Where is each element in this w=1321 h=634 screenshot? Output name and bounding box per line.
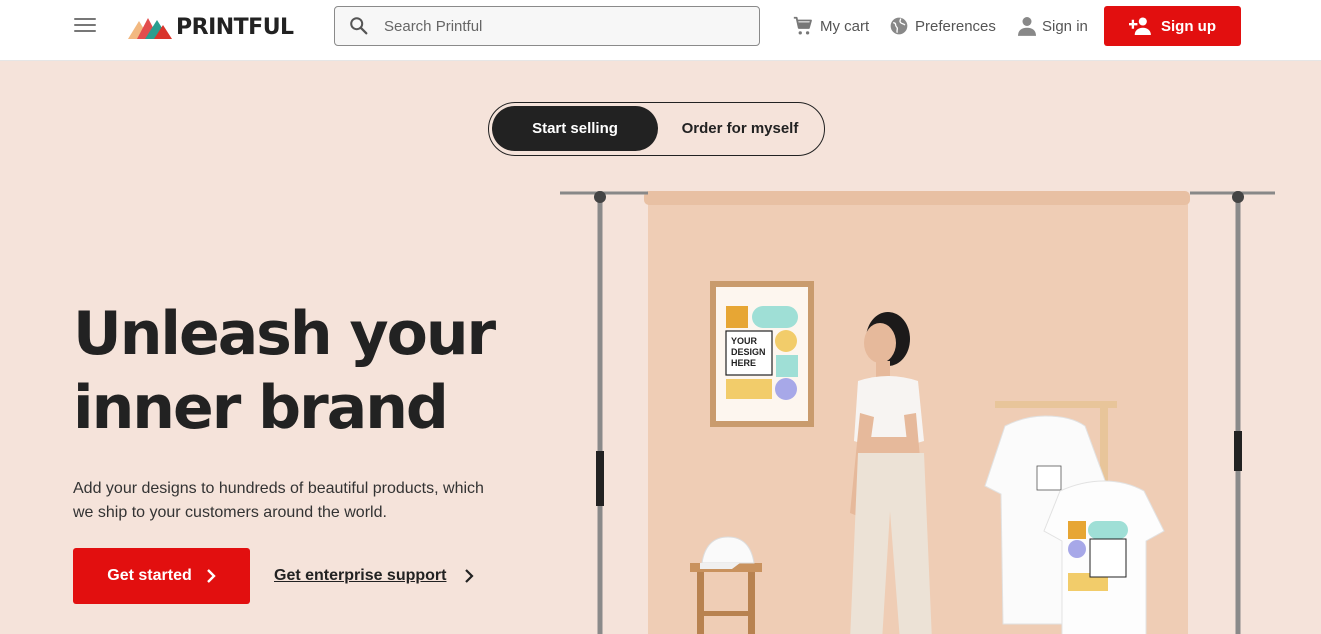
- order-for-myself-tab[interactable]: Order for myself: [658, 106, 822, 151]
- audience-toggle: Start selling Order for myself: [488, 102, 825, 156]
- headline-line-1: Unleash your: [73, 299, 496, 369]
- sign-in-link[interactable]: Sign in: [1018, 14, 1088, 38]
- sign-in-label: Sign in: [1042, 17, 1088, 35]
- hamburger-icon[interactable]: [74, 18, 96, 34]
- add-user-icon: [1129, 17, 1151, 35]
- hero-illustration: YOUR DESIGN HERE: [560, 191, 1275, 634]
- get-started-label: Get started: [107, 567, 192, 584]
- preferences-label: Preferences: [915, 17, 996, 35]
- poster-text-line3: HERE: [731, 358, 756, 368]
- logo-mark-icon: [128, 18, 172, 39]
- sign-up-label: Sign up: [1161, 17, 1216, 35]
- search-box[interactable]: [334, 6, 760, 46]
- hero-section: Start selling Order for myself YOUR DESI…: [0, 61, 1321, 634]
- site-header: PRINTFUL My cart Preferences Sign in: [0, 0, 1321, 61]
- get-started-button[interactable]: Get started: [73, 548, 250, 604]
- sign-up-button[interactable]: Sign up: [1104, 6, 1241, 46]
- start-selling-tab[interactable]: Start selling: [492, 106, 658, 151]
- hero-headline: Unleash your inner brand: [73, 297, 533, 445]
- printful-logo[interactable]: PRINTFUL: [128, 14, 294, 40]
- user-icon: [1018, 17, 1036, 36]
- chevron-right-icon: [465, 569, 475, 583]
- search-icon[interactable]: [348, 15, 370, 37]
- poster-text-line2: DESIGN: [731, 347, 766, 357]
- my-cart-label: My cart: [820, 17, 870, 35]
- my-cart-link[interactable]: My cart: [792, 14, 869, 38]
- cart-icon: [793, 16, 812, 35]
- globe-icon: [890, 17, 908, 35]
- hero-subtext: Add your designs to hundreds of beautifu…: [73, 480, 484, 521]
- search-input[interactable]: [384, 17, 744, 35]
- logo-text: PRINTFUL: [176, 14, 294, 40]
- enterprise-support-link[interactable]: Get enterprise support: [274, 564, 475, 588]
- chevron-right-icon: [206, 569, 216, 583]
- enterprise-support-label: Get enterprise support: [274, 567, 447, 584]
- headline-line-2: inner brand: [73, 373, 449, 443]
- poster-text-line1: YOUR: [731, 336, 758, 346]
- preferences-link[interactable]: Preferences: [889, 14, 996, 38]
